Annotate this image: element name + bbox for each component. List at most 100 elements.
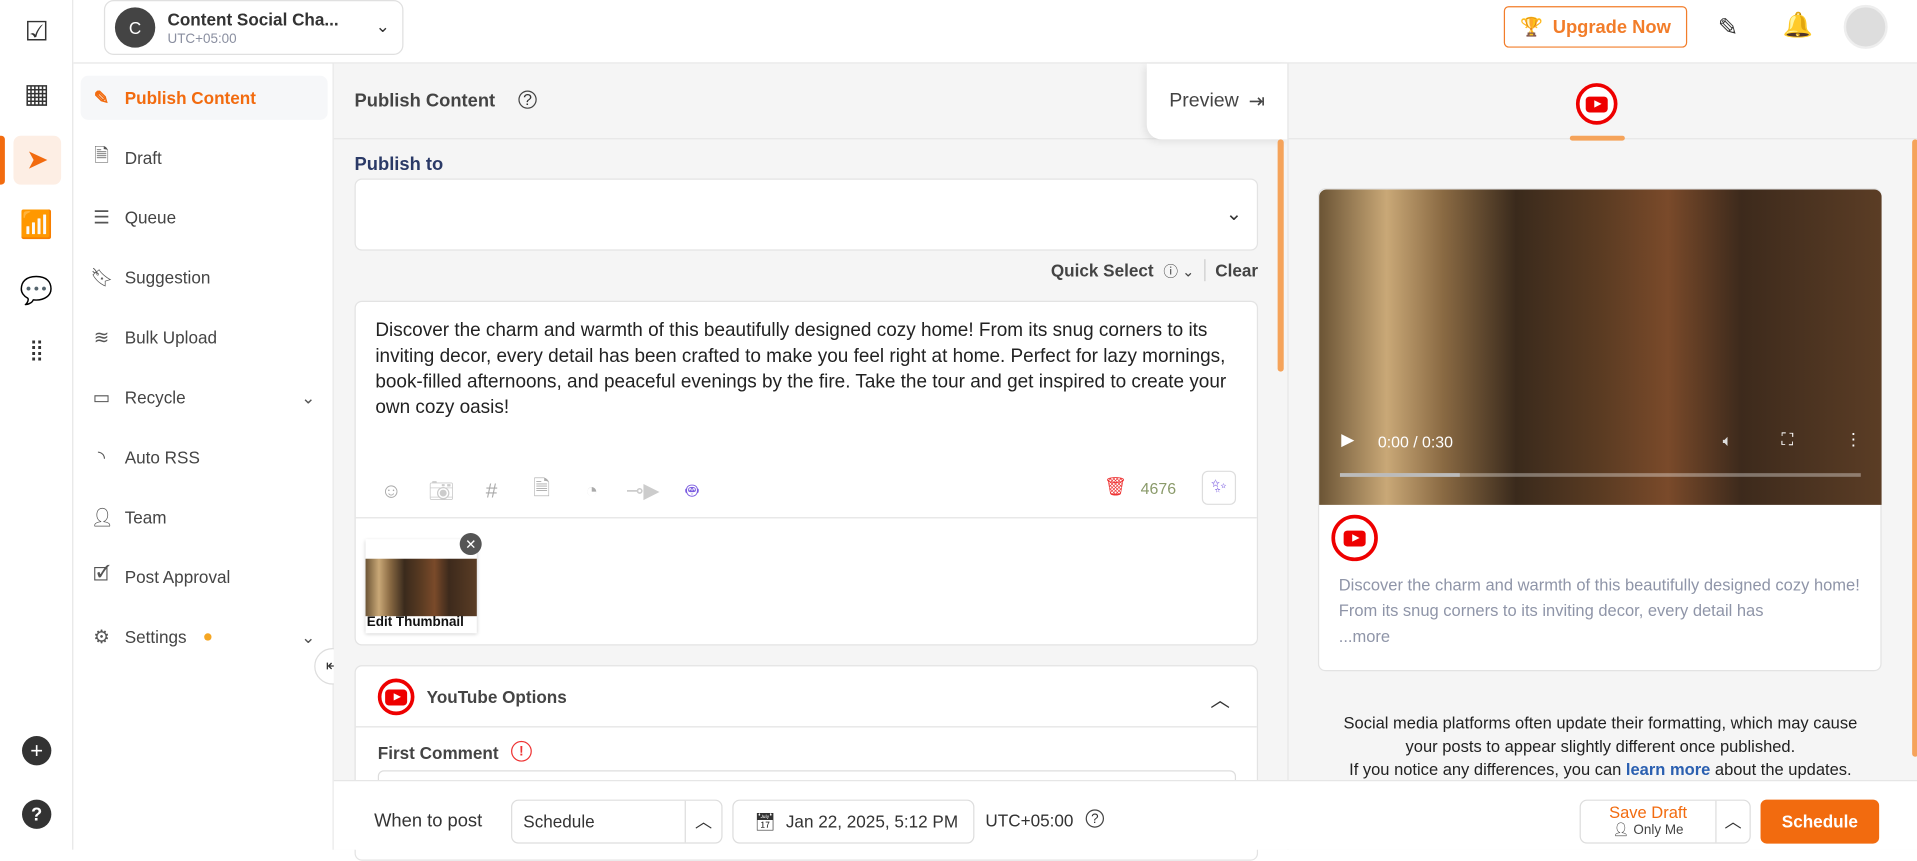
clear-button[interactable]: Clear — [1215, 260, 1258, 280]
schedule-button[interactable]: Schedule — [1760, 799, 1880, 844]
video-progress-track[interactable] — [1339, 473, 1861, 477]
user-avatar[interactable] — [1843, 4, 1888, 49]
collapse-right-icon: ⇥ — [1248, 91, 1265, 113]
page-title: Publish Content — [354, 90, 496, 112]
mode-value: Schedule — [523, 811, 595, 832]
sidebar-label: Draft — [124, 147, 162, 168]
preview-label: Preview — [1169, 90, 1239, 112]
char-count: 4676 — [1140, 479, 1177, 498]
play-icon[interactable]: ▶ — [1341, 429, 1354, 450]
learn-more-link[interactable]: learn more — [1626, 760, 1710, 778]
trash-icon[interactable]: 🗑︎ — [1104, 476, 1127, 498]
notification-dot — [203, 633, 212, 641]
magic-wand-button[interactable]: ✨︎ — [1201, 470, 1237, 505]
bookmark-icon: 🔖︎ — [90, 267, 114, 289]
preview-caption: Discover the charm and warmth of this be… — [1339, 572, 1871, 649]
video-progress-fill — [1339, 473, 1460, 477]
upgrade-label: Upgrade Now — [1552, 16, 1671, 38]
notes-icon[interactable]: ✎ — [1718, 12, 1738, 43]
workspace-avatar: C — [114, 7, 156, 48]
workspace-name: Content Social Cha... — [167, 9, 339, 29]
sidebar-item-suggestion[interactable]: 🔖︎ Suggestion — [81, 256, 328, 300]
user-icon: 👤︎ — [90, 507, 114, 529]
calendar-icon[interactable]: ▦ — [17, 75, 56, 114]
quick-select-button[interactable]: Quick Select — [1051, 260, 1154, 280]
remove-thumbnail-button[interactable]: ✕ — [459, 533, 482, 556]
fullscreen-icon[interactable]: ⛶ — [1781, 429, 1793, 450]
layers-icon: ≋ — [93, 327, 110, 349]
ai-robot-icon[interactable]: 🤖︎ — [676, 476, 708, 505]
chevron-down-icon: ⌄ — [301, 386, 316, 407]
channel-youtube-icon — [1331, 514, 1378, 562]
date-time-picker[interactable]: 📅︎ Jan 22, 2025, 5:12 PM — [732, 799, 975, 844]
chevron-up-icon[interactable]: ︿ — [1210, 683, 1230, 712]
sidebar-item-post-approval[interactable]: 🗹 Post Approval — [81, 555, 328, 599]
video-player[interactable]: ▶ 0:00 / 0:30 🔈︎ ⛶ ⋮ — [1319, 189, 1882, 505]
more-options-icon[interactable]: ⋮ — [1845, 429, 1862, 450]
camera-icon[interactable]: 📷︎ — [425, 479, 457, 503]
preview-scrollbar[interactable] — [1912, 139, 1917, 757]
save-draft-button[interactable]: Save Draft 👤︎ Only Me ︿ — [1579, 799, 1751, 844]
workspace-selector[interactable]: C Content Social Cha... UTC+05:00 ⌄ — [103, 0, 404, 56]
help-icon[interactable]: ? — [518, 90, 537, 109]
rss-icon: ◝ — [97, 447, 106, 469]
notice-line: Social media platforms often update thei… — [1343, 713, 1858, 733]
video-thumbnail[interactable]: Edit Thumbnail ✕ — [365, 533, 482, 634]
upgrade-button[interactable]: 🏆 Upgrade Now — [1503, 6, 1688, 48]
sidebar-label: Queue — [124, 207, 177, 228]
sidebar-item-bulk-upload[interactable]: ≋ Bulk Upload — [81, 315, 328, 359]
sidebar-label: Team — [124, 507, 167, 527]
pie-chart-icon[interactable]: ◔ — [576, 479, 608, 503]
hashtag-icon[interactable]: # — [476, 479, 508, 503]
inbox-chat-icon[interactable]: 💬 — [17, 271, 56, 310]
account-select[interactable]: ⌄ — [354, 178, 1259, 251]
sidebar-item-settings[interactable]: ⚙ Settings ⌄ — [81, 615, 328, 659]
preview-card: ▶ 0:00 / 0:30 🔈︎ ⛶ ⋮ Discover the charm … — [1317, 188, 1882, 672]
sidebar-label: Suggestion — [124, 267, 211, 288]
youtube-options-label: YouTube Options — [426, 687, 567, 707]
sidebar-item-draft[interactable]: 🗎 Draft — [81, 136, 328, 180]
sidebar-item-publish-content[interactable]: ✎ Publish Content — [80, 75, 328, 120]
youtube-icon — [377, 678, 415, 716]
youtube-tab[interactable] — [1575, 83, 1618, 125]
add-icon[interactable]: + — [17, 731, 56, 770]
bottom-bar: When to post Schedule ︿ 📅︎ Jan 22, 2025, 5… — [333, 780, 1917, 850]
when-to-post-label: When to post — [374, 810, 483, 832]
sidebar-item-queue[interactable]: ☰ Queue — [81, 196, 328, 240]
publish-paper-plane-icon[interactable]: ➤ — [13, 135, 62, 185]
chevron-down-icon: ⌄ — [301, 626, 316, 647]
help-icon[interactable]: ? — [17, 795, 56, 834]
workspace-timezone: UTC+05:00 — [167, 31, 237, 46]
emoji-icon[interactable]: ☺ — [375, 479, 407, 503]
schedule-mode-select[interactable]: Schedule ︿ — [511, 799, 723, 844]
chevron-up-icon[interactable]: ︿ — [1715, 800, 1749, 843]
scrollbar[interactable] — [1277, 139, 1284, 372]
analytics-icon[interactable]: 📶 — [17, 205, 56, 244]
top-bar: C Content Social Cha... UTC+05:00 ⌄ 🏆 Upg… — [73, 0, 1917, 64]
volume-icon[interactable]: 🔈︎ — [1723, 432, 1733, 452]
preview-toggle-button[interactable]: Preview ⇥ — [1146, 63, 1288, 140]
post-text-area[interactable]: Discover the charm and warmth of this be… — [375, 318, 1243, 421]
sidebar-label: Post Approval — [124, 567, 231, 587]
youtube-options-header[interactable]: YouTube Options — [377, 678, 567, 716]
video-time: 0:00 / 0:30 — [1377, 432, 1454, 452]
more-link[interactable]: ...more — [1339, 627, 1390, 645]
notice-line: your posts to appear slightly different … — [1405, 737, 1796, 756]
notice-line: about the updates. — [1710, 760, 1852, 779]
formatting-notice: Social media platforms often update thei… — [1289, 712, 1913, 782]
app-logo-icon[interactable]: ☑ — [17, 12, 56, 51]
help-icon[interactable]: ? — [1085, 809, 1105, 828]
sidebar-item-team[interactable]: 👤︎ Team — [81, 495, 328, 539]
sidebar-item-auto-rss[interactable]: ◝ Auto RSS — [81, 435, 328, 479]
caption-text: Discover the charm and warmth of this be… — [1338, 575, 1860, 620]
sidebar-label: Settings — [124, 627, 187, 647]
plugin-icon[interactable]: ⊸▶ — [626, 479, 659, 503]
active-tab-indicator — [1569, 135, 1625, 141]
bell-icon[interactable]: 🔔 — [1783, 10, 1813, 41]
sidebar-item-recycle[interactable]: ▭ Recycle ⌄ — [81, 375, 328, 419]
active-indicator — [0, 135, 5, 185]
document-icon[interactable]: 🗎 — [526, 473, 558, 508]
icon-rail: ☑ ▦ ➤ 📶 💬 ⦙⦙ + ? — [0, 0, 74, 850]
edit-thumbnail-label[interactable]: Edit Thumbnail — [367, 615, 464, 630]
listening-icon[interactable]: ⦙⦙ — [17, 333, 56, 372]
